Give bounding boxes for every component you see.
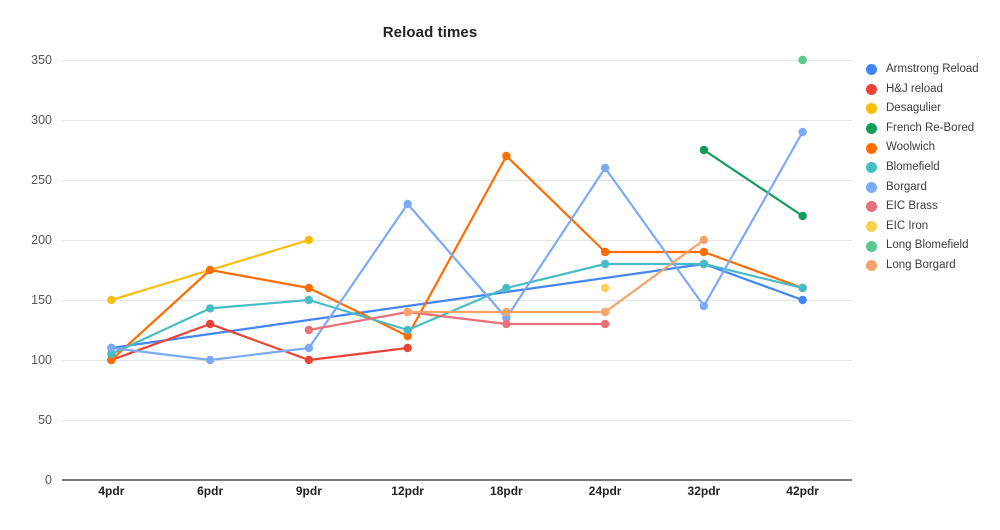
data-point[interactable] bbox=[502, 307, 511, 317]
y-axis-tick-label: 200 bbox=[31, 233, 52, 247]
legend-item[interactable]: Armstrong Reload bbox=[866, 60, 1000, 80]
data-point[interactable] bbox=[798, 211, 807, 221]
legend-item-label: Long Borgard bbox=[886, 258, 956, 271]
legend-item-label: Long Blomefield bbox=[886, 239, 969, 252]
data-point[interactable] bbox=[502, 319, 511, 329]
data-point[interactable] bbox=[403, 199, 412, 209]
data-point[interactable] bbox=[107, 295, 116, 305]
legend-item-label: EIC Brass bbox=[886, 200, 938, 213]
data-point[interactable] bbox=[304, 295, 314, 305]
legend-item[interactable]: Desagulier bbox=[866, 99, 1000, 119]
data-point[interactable] bbox=[502, 283, 511, 293]
legend-swatch-icon bbox=[866, 240, 877, 252]
legend-swatch-icon bbox=[866, 162, 877, 174]
legend-swatch-icon bbox=[866, 260, 877, 272]
data-point[interactable] bbox=[403, 343, 412, 353]
y-axis-tick-label: 100 bbox=[31, 353, 52, 367]
series-eic-iron bbox=[600, 283, 610, 293]
legend-item[interactable]: Blomefield bbox=[866, 158, 1000, 178]
data-point[interactable] bbox=[798, 127, 807, 137]
legend-item-label: French Re-Bored bbox=[886, 121, 975, 134]
data-point[interactable] bbox=[304, 283, 314, 293]
legend-item[interactable]: French Re-Bored bbox=[866, 119, 1000, 139]
legend-item-label: EIC Iron bbox=[886, 219, 929, 232]
legend-item[interactable]: Long Blomefield bbox=[866, 236, 1000, 256]
x-axis-tick-label: 12pdr bbox=[391, 484, 424, 498]
data-point[interactable] bbox=[304, 235, 314, 245]
data-point[interactable] bbox=[205, 265, 215, 275]
x-axis-tick-label: 24pdr bbox=[588, 484, 622, 498]
legend-swatch-icon bbox=[866, 181, 877, 193]
data-point[interactable] bbox=[304, 343, 314, 353]
legend-item[interactable]: EIC Brass bbox=[866, 197, 1000, 217]
y-axis-tick-label: 350 bbox=[31, 53, 52, 67]
chart-legend: Armstrong Reload H&J reload Desagulier Fren… bbox=[866, 60, 1000, 276]
data-point[interactable] bbox=[699, 259, 709, 269]
data-point[interactable] bbox=[600, 307, 610, 317]
legend-swatch-icon bbox=[866, 142, 877, 154]
legend-swatch-icon bbox=[866, 103, 877, 115]
data-point[interactable] bbox=[699, 235, 709, 245]
series-french-re-bored bbox=[699, 145, 807, 221]
data-point[interactable] bbox=[205, 304, 215, 313]
data-point[interactable] bbox=[403, 325, 412, 335]
chart-title: Reload times bbox=[382, 24, 478, 41]
data-point[interactable] bbox=[699, 145, 709, 155]
series-line bbox=[110, 154, 804, 362]
data-point[interactable] bbox=[798, 295, 807, 305]
legend-item-label: Blomefield bbox=[886, 161, 940, 174]
legend-item-label: Woolwich bbox=[886, 141, 935, 154]
legend-item-label: Armstrong Reload bbox=[886, 63, 979, 76]
data-point[interactable] bbox=[600, 259, 610, 269]
data-point[interactable] bbox=[304, 325, 314, 335]
x-axis-tick-label: 4pdr bbox=[98, 484, 125, 498]
x-axis-tick-label: 6pdr bbox=[197, 484, 224, 498]
legend-swatch-icon bbox=[866, 201, 877, 213]
series-line bbox=[110, 262, 804, 350]
x-axis-tick-label: 42pdr bbox=[786, 484, 819, 498]
series-woolwich bbox=[107, 151, 807, 365]
x-axis-tick-label: 32pdr bbox=[687, 484, 721, 498]
plot-area: 0 50 100 150 200 250 300 350 4pdr 6pdr 9pdr 12pdr 1… bbox=[31, 53, 852, 498]
data-point[interactable] bbox=[600, 247, 610, 257]
legend-item[interactable]: Long Borgard bbox=[866, 256, 1000, 276]
data-point[interactable] bbox=[699, 301, 709, 311]
data-point[interactable] bbox=[600, 319, 610, 329]
x-axis-tick-label: 9pdr bbox=[295, 484, 322, 498]
y-axis-tick-label: 150 bbox=[31, 293, 52, 307]
legend-item-label: Borgard bbox=[886, 180, 927, 193]
x-axis-tick-label: 18pdr bbox=[490, 484, 523, 498]
legend-item[interactable]: H&J reload bbox=[866, 80, 1000, 100]
data-point[interactable] bbox=[304, 355, 314, 365]
y-axis-tick-label: 0 bbox=[45, 473, 52, 487]
legend-item-label: H&J reload bbox=[886, 82, 943, 95]
data-point[interactable] bbox=[205, 319, 215, 329]
reload-times-chart: Reload times 0 50 100 150 200 250 300 350 4pdr 6… bbox=[0, 0, 1000, 530]
legend-swatch-icon bbox=[866, 221, 877, 233]
data-point[interactable] bbox=[205, 355, 215, 365]
series-layer bbox=[107, 55, 807, 365]
legend-item[interactable]: EIC Iron bbox=[866, 217, 1000, 237]
legend-item[interactable]: Borgard bbox=[866, 178, 1000, 198]
data-point[interactable] bbox=[107, 343, 116, 353]
data-point[interactable] bbox=[798, 55, 807, 65]
data-point[interactable] bbox=[502, 151, 511, 161]
legend-swatch-icon bbox=[866, 83, 877, 95]
legend-swatch-icon bbox=[866, 64, 877, 76]
y-axis-tick-label: 300 bbox=[31, 113, 52, 127]
series-long-blomefield bbox=[798, 55, 807, 65]
legend-swatch-icon bbox=[866, 123, 877, 135]
data-point[interactable] bbox=[699, 247, 709, 257]
data-point[interactable] bbox=[600, 283, 610, 293]
data-point[interactable] bbox=[798, 283, 807, 293]
y-axis-tick-label: 250 bbox=[31, 173, 52, 187]
legend-item-label: Desagulier bbox=[886, 102, 941, 115]
legend-item[interactable]: Woolwich bbox=[866, 138, 1000, 158]
data-point[interactable] bbox=[403, 307, 412, 317]
series-line bbox=[110, 262, 804, 356]
y-axis-tick-label: 50 bbox=[38, 413, 52, 427]
data-point[interactable] bbox=[600, 163, 610, 173]
